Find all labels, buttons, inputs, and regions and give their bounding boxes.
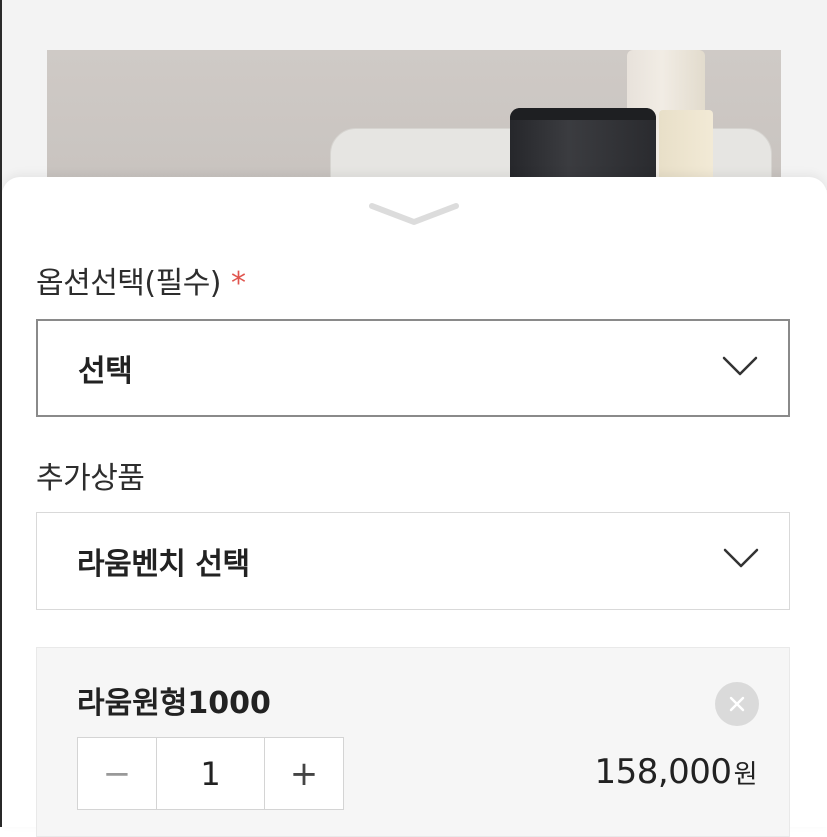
chevron-down-icon <box>369 203 459 225</box>
sheet-collapse-handle[interactable] <box>368 198 460 228</box>
option-select-label-text: 옵션선택(필수) <box>36 266 222 301</box>
item-price: 158,000원 <box>594 752 757 792</box>
extra-product-label: 추가상품 <box>36 461 145 496</box>
selected-item-name: 라움원형1000 <box>77 686 271 721</box>
item-price-value: 158,000 <box>594 752 732 792</box>
option-select-value: 선택 <box>78 354 133 389</box>
increase-quantity-button[interactable]: + <box>265 738 343 809</box>
chevron-down-icon <box>723 548 759 568</box>
quantity-value[interactable]: 1 <box>156 738 265 809</box>
option-select-label: 옵션선택(필수) * <box>36 258 246 302</box>
remove-item-button[interactable] <box>715 682 759 726</box>
extra-product-dropdown[interactable]: 라움벤치 선택 <box>36 512 790 610</box>
option-select-dropdown[interactable]: 선택 <box>36 319 790 417</box>
chevron-down-icon <box>722 356 758 376</box>
required-mark: * <box>231 266 246 301</box>
close-icon <box>729 696 745 712</box>
item-price-unit: 원 <box>733 760 758 790</box>
extra-product-value: 라움벤치 선택 <box>77 547 250 582</box>
quantity-stepper: − 1 + <box>77 737 344 810</box>
decrease-quantity-button[interactable]: − <box>78 738 156 809</box>
